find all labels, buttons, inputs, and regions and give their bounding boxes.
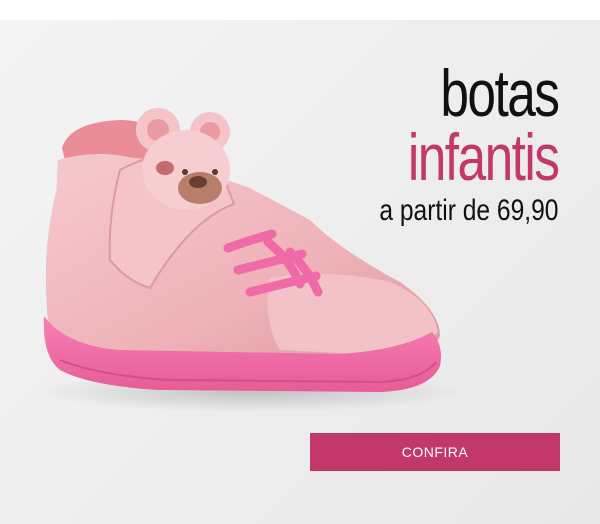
headline-subtitle: infantis	[407, 120, 559, 194]
confira-button[interactable]: CONFIRA	[310, 433, 560, 471]
price-text: a partir de 69,90	[378, 194, 558, 227]
promo-banner: botas infantis a partir de 69,90 CONFIRA	[0, 20, 600, 524]
headline: botas infantis a partir de 69,90	[340, 56, 560, 227]
headline-title: botas	[439, 56, 560, 130]
